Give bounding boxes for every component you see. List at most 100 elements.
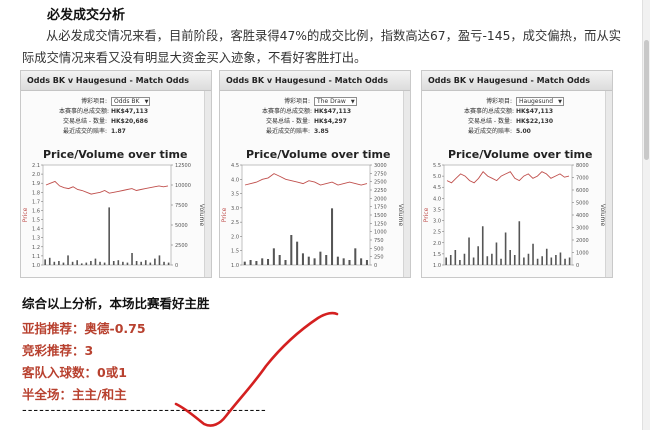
rec-value: 0或1 — [97, 365, 127, 380]
y-tick-label: 4.5 — [433, 185, 441, 191]
volume-bar — [94, 258, 97, 265]
select-label: 博彩项目: — [485, 98, 512, 105]
price-volume-chart-draw: 1.0 1.5 2.0 2.5 3.0 3.5 4.0 4.5 0 250 500 750 1000 12… — [221, 163, 404, 269]
volume-value: HK$20,686 — [111, 118, 148, 125]
y2-tick-label: 2500 — [374, 180, 387, 186]
price-axis-label: Price — [423, 207, 430, 222]
dashed-divider: ----------------------------------------… — [22, 403, 267, 418]
y-tick-label: 2.5 — [231, 220, 239, 226]
page-scrollbar[interactable] — [642, 0, 650, 430]
volume-bar — [249, 260, 252, 265]
volume-bar — [319, 251, 322, 265]
chart-title: Price/Volume over time — [43, 148, 188, 161]
volume-bar — [76, 260, 78, 265]
y-tick-label: 1.1 — [32, 254, 40, 260]
y-tick-label: 1.7 — [32, 199, 40, 205]
volume-bar — [126, 262, 129, 265]
odds-panel-home: Odds BK v Haugesund - Match Odds 博彩项目: Od… — [20, 70, 212, 278]
volume-bar — [108, 207, 110, 265]
rec-value: 主主/和主 — [72, 387, 127, 402]
volume-bar — [149, 262, 152, 265]
volume-bar — [468, 237, 470, 265]
market-info: 博彩项目: Haugesund 本赛事的总成交额:HK$47,113 交易总结 -… — [464, 97, 565, 137]
volume-bar — [348, 260, 351, 265]
volume-axis-label: Volume — [599, 204, 606, 227]
summary-title: 综合以上分析，本场比赛看好主胜 — [22, 296, 210, 311]
y2-tick-label: 500 — [374, 246, 384, 252]
y2-tick-label: 8000 — [576, 163, 589, 169]
price-volume-chart-away: 1.0 1.5 2.0 2.5 3.0 3.5 4.0 4.5 5.0 5.5 0 1000 2000 3… — [423, 163, 606, 269]
y-tick-label: 1.5 — [231, 249, 239, 255]
odds-value: 1.87 — [111, 128, 126, 135]
volume-bar — [272, 248, 275, 265]
volume-bar — [301, 253, 304, 265]
plot-area — [42, 164, 172, 266]
odds-label: 最近成交的赔率: — [467, 128, 512, 135]
y2-tick-label: 2750 — [374, 171, 387, 177]
y2-tick-label: 7500 — [175, 203, 188, 209]
y2-tick-label: 1000 — [576, 251, 589, 257]
odds-panel-draw: Odds BK v Haugesund - Match Odds 博彩项目: Th… — [219, 70, 411, 278]
y2-tick-label: 2000 — [576, 238, 589, 244]
volume-bar — [325, 255, 328, 265]
y2-tick-label: 12500 — [175, 163, 191, 169]
chart-title: Price/Volume over time — [448, 148, 593, 161]
volume-bar — [117, 260, 120, 265]
volume-bar — [255, 261, 258, 265]
volume-bar — [354, 248, 357, 265]
y-tick-label: 1.5 — [433, 252, 441, 258]
y2-tick-label: 1500 — [374, 213, 387, 219]
volume-axis-label: Volume — [397, 204, 404, 227]
volume-bar — [559, 252, 562, 265]
volume-bar — [284, 260, 287, 265]
volume-bar — [550, 257, 553, 265]
volume-bar — [290, 235, 293, 265]
rec-label: 竞彩推荐： — [22, 343, 85, 358]
volume-bar — [112, 261, 115, 265]
volume-bar — [80, 263, 83, 265]
recommendation-away-goals: 客队入球数：0或1 — [22, 362, 127, 381]
volume-axis-label: Volume — [198, 204, 205, 227]
price-axis-label: Price — [221, 207, 228, 222]
volume-bar — [58, 261, 60, 265]
volume-bar — [331, 208, 334, 265]
selection-dropdown[interactable]: Haugesund — [516, 97, 565, 106]
y-tick-label: 4.0 — [433, 196, 441, 202]
y2-tick-label: 750 — [374, 238, 384, 244]
volume-value: HK$4,297 — [314, 118, 347, 125]
volume-bar — [445, 257, 447, 265]
volume-bar — [454, 250, 457, 265]
y2-tick-label: 6000 — [576, 188, 589, 194]
rec-label: 半全场： — [22, 387, 73, 402]
selection-dropdown[interactable]: The Draw — [314, 97, 357, 106]
analysis-paragraph: 从必发成交情况来看，目前阶段，客胜录得47%的成交比例，指数高达67，盈亏-14… — [22, 29, 622, 65]
volume-label: 交易总结 - 数量: — [62, 118, 107, 125]
volume-bar — [536, 258, 539, 265]
y2-tick-label: 0 — [175, 263, 178, 269]
section-heading: 必发成交分析 — [47, 8, 126, 23]
plot-area — [443, 164, 573, 266]
selection-dropdown[interactable]: Odds BK — [111, 97, 151, 106]
y2-tick-label: 0 — [374, 263, 377, 269]
volume-bar — [365, 260, 368, 265]
volume-bar — [463, 253, 466, 265]
volume-label: 交易总结 - 数量: — [265, 118, 310, 125]
y-tick-label: 2.0 — [231, 234, 239, 240]
volume-bar — [122, 261, 124, 265]
volume-bar — [53, 261, 56, 265]
select-label: 博彩项目: — [80, 98, 107, 105]
volume-bar — [568, 257, 571, 265]
y2-tick-label: 7000 — [576, 176, 589, 182]
volume-bar — [67, 255, 69, 265]
y2-tick-label: 250 — [374, 255, 384, 261]
y-tick-label: 1.5 — [32, 218, 40, 224]
y2-tick-label: 0 — [576, 263, 579, 269]
y2-tick-label: 1000 — [374, 230, 387, 236]
volume-bar — [167, 262, 170, 265]
y-tick-label: 1.0 — [433, 263, 441, 269]
scrollbar-thumb[interactable] — [644, 40, 649, 160]
volume-bar — [103, 262, 106, 265]
y2-tick-label: 2000 — [374, 196, 387, 202]
y-tick-label: 1.3 — [32, 236, 40, 242]
volume-bar — [481, 226, 484, 265]
